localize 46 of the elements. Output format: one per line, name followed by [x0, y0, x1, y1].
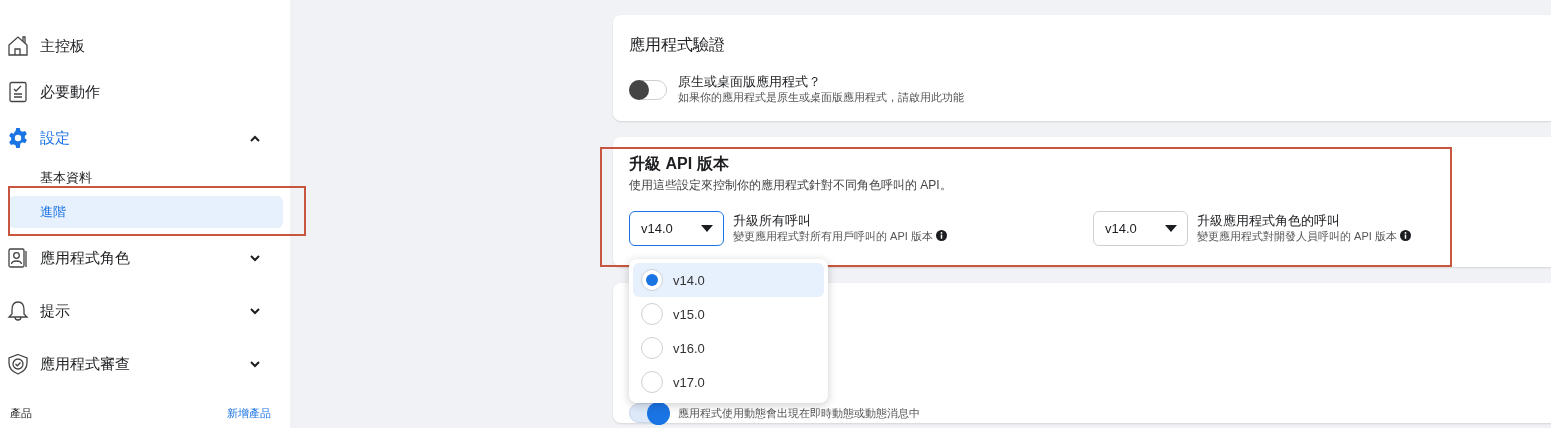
version-dropdown[interactable]: v14.0 — [629, 211, 724, 246]
setting-description: 變更應用程式對所有用戶呼叫的 API 版本 — [733, 229, 947, 244]
toggle-switch[interactable] — [629, 79, 667, 100]
radio-button[interactable] — [641, 269, 663, 291]
version-option[interactable]: v17.0 — [633, 365, 824, 399]
home-icon — [7, 35, 29, 57]
version-option[interactable]: v14.0 — [633, 263, 824, 297]
toggle-label: 原生或桌面版應用程式？ — [678, 74, 822, 90]
sidebar-item[interactable]: 應用程式角色 — [0, 247, 290, 269]
sidebar-item[interactable]: 主控板 — [0, 35, 290, 57]
sidebar-item[interactable]: 提示 — [0, 300, 290, 322]
toggle-description: 如果你的應用程式是原生或桌面版應用程式，請啟用此功能 — [678, 90, 964, 105]
bell-icon — [7, 300, 29, 322]
chevron-up-icon[interactable] — [249, 134, 261, 142]
card-description: 使用這些設定來控制你的應用程式針對不同角色呼叫的 API。 — [629, 177, 953, 194]
caret-icon — [1165, 225, 1177, 232]
setting-description: 變更應用程式對開發人員呼叫的 API 版本 — [1197, 229, 1411, 244]
chevron-down-icon[interactable] — [249, 307, 261, 315]
add-product-link[interactable]: 新增產品 — [227, 406, 271, 421]
sidebar-item[interactable]: 設定 — [0, 127, 290, 149]
sidebar-subitem[interactable]: 進階 — [8, 196, 283, 228]
radio-button[interactable] — [641, 303, 663, 325]
checklist-icon — [7, 81, 29, 103]
card-title: 升級 API 版本 — [629, 154, 730, 174]
toggle-switch[interactable] — [629, 403, 667, 423]
sidebar-item[interactable]: 應用程式審查 — [0, 353, 290, 375]
version-option[interactable]: v16.0 — [633, 331, 824, 365]
version-option[interactable]: v15.0 — [633, 297, 824, 331]
shield-check-icon — [7, 353, 29, 375]
toggle-description: 應用程式使用動態會出現在即時動態或動態消息中 — [678, 405, 920, 421]
sidebar-subitem[interactable]: 基本資料 — [8, 162, 283, 194]
radio-button[interactable] — [641, 371, 663, 393]
sidebar-item[interactable]: 必要動作 — [0, 81, 290, 103]
chevron-down-icon[interactable] — [249, 254, 261, 262]
caret-icon — [701, 225, 713, 232]
chevron-down-icon[interactable] — [249, 360, 261, 368]
portrait-icon — [7, 247, 29, 269]
settings-icon — [7, 127, 29, 149]
info-icon[interactable] — [1399, 230, 1411, 241]
setting-label: 升級應用程式角色的呼叫 — [1197, 213, 1341, 229]
radio-button[interactable] — [641, 337, 663, 359]
version-dropdown[interactable]: v14.0 — [1093, 211, 1188, 246]
section-label: 產品 — [10, 406, 32, 421]
setting-label: 升級所有呼叫 — [733, 213, 812, 229]
info-icon[interactable] — [935, 230, 947, 241]
card-title: 應用程式驗證 — [629, 35, 726, 55]
